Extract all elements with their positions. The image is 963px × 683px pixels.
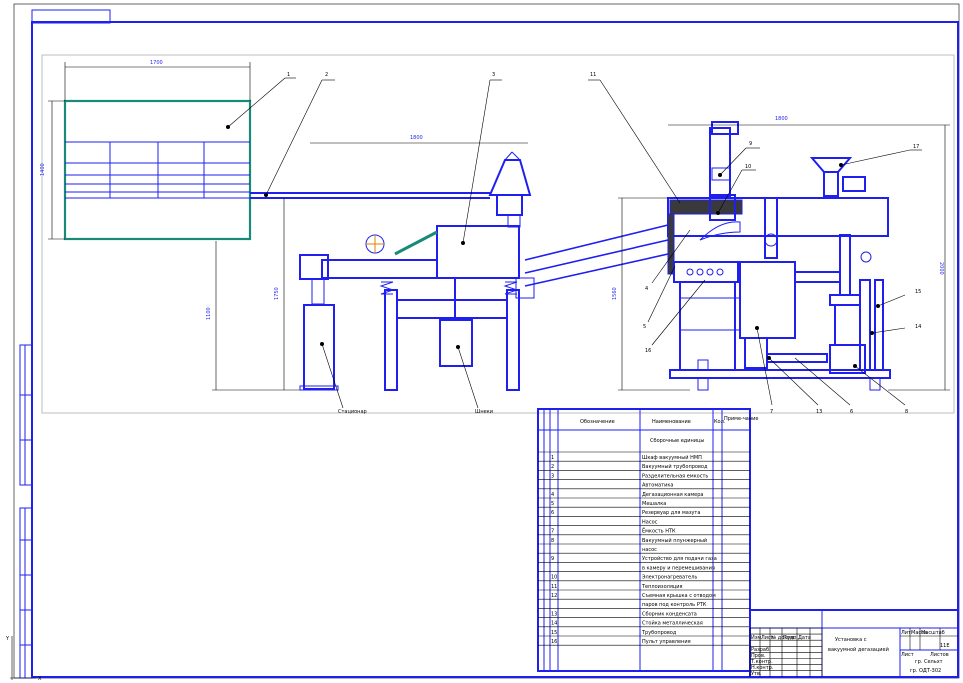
spec-row-name: Шкаф вакуумный НМП	[642, 454, 702, 461]
stamp-label: Утв.	[751, 671, 762, 677]
separation-unit	[299, 151, 535, 391]
drawing-frame	[31, 21, 959, 678]
left-margin-strip-upper	[19, 344, 33, 486]
spec-row-pos: 15	[551, 630, 557, 636]
dim-right-height: 2000	[938, 262, 944, 275]
stamp-label: Подп.	[783, 635, 799, 641]
callout-15: 15	[915, 289, 921, 295]
svg-text:Y: Y	[5, 636, 10, 642]
callout-7: 7	[770, 409, 773, 415]
spec-row-name: Теплоизоляция	[641, 584, 683, 590]
callout-11: 11	[590, 72, 596, 78]
spec-row-pos: 16	[551, 639, 557, 645]
dim-low-left: 1100	[206, 307, 212, 320]
spec-row-pos: 10	[551, 575, 557, 581]
vacuum-pipeline	[250, 192, 490, 199]
dim-left-height: 1400	[40, 163, 46, 176]
callout-13: 13	[816, 409, 822, 415]
spec-row-name: Насос	[642, 519, 658, 525]
dim-middle-top: 1800	[410, 135, 423, 141]
drawing-sheet: 1700 1400 1100 1750 1800 1800 2000 1560 …	[5, 3, 960, 682]
callout-16: 16	[645, 348, 651, 354]
spec-row-name: Мешалка	[642, 501, 666, 507]
spec-row-pos: 4	[551, 492, 554, 498]
spec-row-pos: 12	[551, 593, 557, 599]
dim-right-left: 1560	[612, 287, 618, 300]
spec-row-name: Резервуар для мазута	[642, 510, 700, 516]
dim-middle-left: 1750	[274, 287, 280, 300]
spec-row-name: Дегазационная камера	[642, 492, 703, 498]
organization-line-2: гр. ОДТ-302	[910, 668, 941, 674]
title-line-2: вакуумной дегазацией	[828, 646, 889, 653]
title-block: Изм.Лист№ докум.Подп. ДатаРазраб.Пров.Т.к…	[749, 609, 959, 678]
callout-14: 14	[915, 324, 921, 330]
vacuum-cabinet	[63, 99, 252, 241]
spec-row-pos: 5	[551, 501, 554, 507]
spec-row-name: Вакуумный трубопровод	[642, 463, 708, 470]
spec-row-pos: 8	[551, 538, 554, 544]
spec-row-name: Автоматика	[642, 483, 673, 489]
spec-row-pos: 1	[551, 455, 554, 461]
callout-6: 6	[850, 409, 853, 415]
spec-row-name: паров под контроль РТК	[642, 602, 707, 608]
spec-row-pos: 2	[551, 464, 554, 470]
spec-row-name: Съемная крышка с отводом	[642, 593, 716, 599]
view-area	[41, 54, 955, 414]
specification-table: Обозначение Наименование Кол. Приме-чани…	[537, 408, 758, 672]
spec-row-pos: 11	[551, 584, 557, 590]
spec-row-name: Ёмкость НТК	[642, 528, 676, 535]
spec-header-name: Наименование	[652, 419, 691, 425]
spec-row-name: Разделительная емкость	[642, 473, 708, 479]
organization-line-1: гр. Сельхт	[915, 659, 943, 665]
stamp-label: Масштаб	[921, 630, 945, 636]
callout-2: 2	[325, 72, 328, 78]
label-augers: Шнеки	[475, 409, 493, 415]
spec-row-name: Устройство для подачи газа	[642, 555, 717, 562]
spec-row-pos: 3	[551, 473, 554, 479]
spec-row-pos: 13	[551, 611, 557, 617]
callout-17: 17	[913, 144, 919, 150]
spec-row-name: Пульт управления	[642, 639, 691, 645]
spec-row-pos: 14	[551, 621, 557, 627]
left-margin-strip-lower	[19, 507, 33, 679]
stamp-label: Лист	[901, 652, 914, 658]
callout-3: 3	[492, 72, 495, 78]
spec-row-name: Стойка металлическая	[642, 620, 703, 627]
callout-9: 9	[749, 141, 752, 147]
dim-top-left: 1700	[150, 60, 163, 66]
spec-row-name: Сборник конденсата	[642, 611, 697, 617]
spec-row-pos: 9	[551, 556, 554, 562]
outer-frame	[13, 3, 960, 679]
callout-1: 1	[287, 72, 290, 78]
spec-section: Сборочные единицы	[650, 438, 704, 444]
callout-4: 4	[645, 286, 648, 292]
sheet-code: 11Е	[940, 643, 950, 649]
title-line-1: Установка с	[835, 637, 867, 643]
stamp-label: Листов	[930, 652, 949, 658]
label-stationary: Стационар	[338, 409, 367, 415]
spec-row-name: Вакуумный плунжерный	[642, 537, 707, 544]
callout-10: 10	[745, 164, 751, 170]
spec-row-name: в камеру и перемешивания	[642, 565, 715, 571]
stamp-label: Дата	[798, 635, 811, 641]
spec-row-pos: 7	[551, 529, 554, 535]
callout-8: 8	[905, 409, 908, 415]
dim-right-top: 1800	[775, 116, 788, 122]
spec-row-name: Трубопровод	[641, 630, 677, 636]
degassing-assembly	[667, 121, 891, 391]
svg-text:X: X	[38, 676, 42, 682]
spec-row-name: насос	[642, 547, 657, 553]
spec-row-name: Электронагреватель	[642, 575, 697, 581]
spec-header-designation: Обозначение	[580, 419, 615, 425]
spec-header-note: Приме-чание	[724, 416, 758, 422]
spec-row-pos: 6	[551, 510, 554, 516]
callout-5: 5	[643, 324, 646, 330]
